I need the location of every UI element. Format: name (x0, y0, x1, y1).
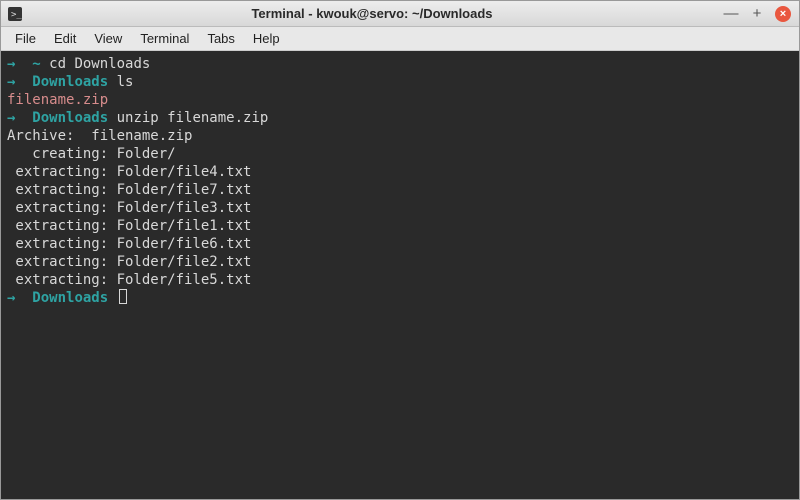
minimize-button[interactable]: — (723, 5, 739, 22)
menu-tabs[interactable]: Tabs (199, 29, 242, 48)
terminal-line: creating: Folder/ (7, 145, 793, 163)
terminal-line: extracting: Folder/file4.txt (7, 163, 793, 181)
terminal-line: → Downloads unzip filename.zip (7, 109, 793, 127)
maximize-button[interactable]: + (749, 5, 765, 22)
menu-terminal[interactable]: Terminal (132, 29, 197, 48)
terminal-output-text: extracting: Folder/file2.txt (7, 254, 251, 270)
terminal-line: extracting: Folder/file3.txt (7, 199, 793, 217)
menubar: File Edit View Terminal Tabs Help (1, 27, 799, 51)
terminal-line: → Downloads ls (7, 73, 793, 91)
terminal-app-icon: >_ (7, 6, 23, 22)
window-controls: — + × (715, 5, 799, 22)
terminal-line: → Downloads (7, 289, 793, 307)
terminal-line: extracting: Folder/file6.txt (7, 235, 793, 253)
text-cursor (119, 289, 127, 304)
terminal-output-text: extracting: Folder/file5.txt (7, 272, 251, 288)
terminal-line: → ~ cd Downloads (7, 55, 793, 73)
svg-text:>_: >_ (11, 10, 22, 20)
terminal-output-text: Archive: filename.zip (7, 128, 192, 144)
terminal-output-text: creating: Folder/ (7, 146, 176, 162)
terminal-output-text: extracting: Folder/file6.txt (7, 236, 251, 252)
prompt-arrow-icon: → (7, 290, 32, 306)
terminal-window: >_ Terminal - kwouk@servo: ~/Downloads —… (0, 0, 800, 500)
menu-edit[interactable]: Edit (46, 29, 84, 48)
prompt-path: Downloads (32, 74, 108, 90)
prompt-command (108, 290, 116, 306)
prompt-path: Downloads (32, 290, 108, 306)
terminal-output-text: extracting: Folder/file1.txt (7, 218, 251, 234)
terminal-viewport[interactable]: → ~ cd Downloads→ Downloads lsfilename.z… (1, 51, 799, 499)
menu-file[interactable]: File (7, 29, 44, 48)
terminal-line: Archive: filename.zip (7, 127, 793, 145)
prompt-command: ls (108, 74, 133, 90)
window-title: Terminal - kwouk@servo: ~/Downloads (29, 6, 715, 21)
terminal-output-file: filename.zip (7, 92, 108, 108)
terminal-output-text: extracting: Folder/file3.txt (7, 200, 251, 216)
terminal-output-text: extracting: Folder/file7.txt (7, 182, 251, 198)
menu-help[interactable]: Help (245, 29, 288, 48)
titlebar[interactable]: >_ Terminal - kwouk@servo: ~/Downloads —… (1, 1, 799, 27)
prompt-command: unzip filename.zip (108, 110, 268, 126)
terminal-line: extracting: Folder/file7.txt (7, 181, 793, 199)
prompt-command: cd Downloads (41, 56, 151, 72)
terminal-line: extracting: Folder/file5.txt (7, 271, 793, 289)
terminal-line: extracting: Folder/file2.txt (7, 253, 793, 271)
prompt-arrow-icon: → (7, 74, 32, 90)
menu-view[interactable]: View (86, 29, 130, 48)
terminal-line: filename.zip (7, 91, 793, 109)
prompt-path: Downloads (32, 110, 108, 126)
prompt-path: ~ (32, 56, 40, 72)
terminal-output-text: extracting: Folder/file4.txt (7, 164, 251, 180)
prompt-arrow-icon: → (7, 110, 32, 126)
prompt-arrow-icon: → (7, 56, 32, 72)
close-button[interactable]: × (775, 6, 791, 22)
terminal-line: extracting: Folder/file1.txt (7, 217, 793, 235)
